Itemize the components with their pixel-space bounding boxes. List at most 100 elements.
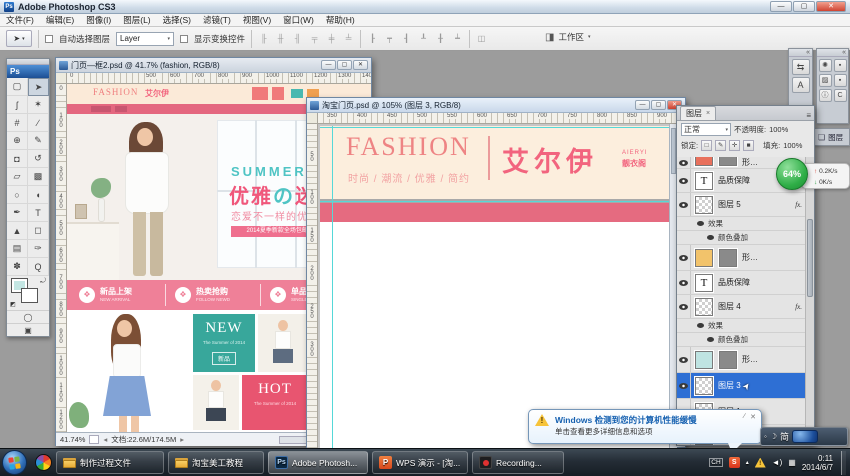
taskbar-photoshop[interactable]: Ps Adobe Photosh...	[268, 451, 368, 474]
menu-window[interactable]: 窗口(W)	[283, 14, 314, 26]
info-panel-icon[interactable]: ⓘ	[819, 89, 832, 102]
align-bottom-icon[interactable]: ╧	[343, 34, 354, 43]
lock-position-icon[interactable]: ✛	[729, 140, 740, 151]
lasso-tool[interactable]: ʃ	[7, 96, 28, 114]
doc2-titlebar[interactable]: 淘宝门页.psd @ 105% (图层 3, RGB/8) — ▢ ✕	[307, 98, 685, 113]
layer-name[interactable]: 形…	[742, 157, 758, 168]
layer-mask-thumbnail[interactable]	[719, 249, 737, 267]
taskbar-folder-2[interactable]: 淘宝美工教程	[168, 451, 264, 474]
menu-edit[interactable]: 编辑(E)	[46, 14, 74, 26]
ime-moon-icon[interactable]: ☽	[770, 432, 777, 441]
doc1-zoom-level[interactable]: 41.74%	[60, 435, 85, 444]
workspace-control[interactable]: ◨ 工作区 ▾	[545, 31, 590, 43]
navigator-panel-icon[interactable]: ▨	[819, 74, 832, 87]
lock-all-icon[interactable]: ■	[743, 140, 754, 151]
dodge-tool[interactable]: ◖	[28, 186, 49, 204]
layer-name[interactable]: 图层 3	[718, 380, 741, 391]
effects-row[interactable]: 效果	[677, 217, 814, 231]
doc1-vertical-ruler[interactable]: 0 100 200 300 400 500 600 700 800 900 10…	[56, 84, 67, 432]
shape-tool[interactable]: ◻	[28, 222, 49, 240]
layer-thumbnail[interactable]	[695, 249, 713, 267]
menu-file[interactable]: 文件(F)	[6, 14, 34, 26]
visibility-toggle[interactable]	[677, 157, 691, 168]
visibility-toggle[interactable]	[677, 373, 691, 398]
doc2-canvas[interactable]: FASHION 时尚 / 潮流 / 优雅 / 简约 艾尔伊 AIERYI 靓衣阁	[320, 126, 675, 448]
distribute-hcenter-icon[interactable]: ┯	[384, 34, 395, 43]
brush-tool[interactable]: ✎	[28, 132, 49, 150]
touch-keyboard-icon[interactable]: ▦	[788, 458, 796, 467]
bridge-icon[interactable]: ◨	[545, 32, 554, 43]
fx-badge[interactable]: fx.	[795, 201, 802, 209]
align-top-icon[interactable]: ╤	[309, 34, 320, 43]
layer-row[interactable]: 图层 4 fx. ▾	[677, 295, 814, 319]
menu-select[interactable]: 选择(S)	[163, 14, 191, 26]
layer-thumbnail[interactable]	[695, 377, 713, 395]
doc2-minimize-button[interactable]: —	[635, 100, 650, 110]
swap-colors-icon[interactable]: ⤾	[40, 278, 46, 286]
tray-warning-icon[interactable]: !	[755, 458, 766, 468]
doc1-close-button[interactable]: ✕	[353, 60, 368, 70]
close-button[interactable]: ✕	[816, 1, 846, 12]
notes-tool[interactable]: ▤	[7, 240, 28, 258]
volume-icon[interactable]: ◄)	[772, 458, 783, 467]
slice-tool[interactable]: ∕	[28, 114, 49, 132]
gradient-tool[interactable]: ▩	[28, 168, 49, 186]
align-center-icon[interactable]: ╫	[275, 34, 286, 43]
magic-wand-tool[interactable]: ✶	[28, 96, 49, 114]
menu-image[interactable]: 图像(I)	[86, 14, 111, 26]
crop-tool[interactable]: #	[7, 114, 28, 132]
fx-badge[interactable]: fx.	[795, 303, 802, 311]
optimizer-ball[interactable]: 64%	[776, 158, 808, 190]
text-layer-thumbnail[interactable]: T	[695, 274, 713, 292]
doc1-minimize-button[interactable]: —	[321, 60, 336, 70]
auto-select-checkbox[interactable]	[45, 35, 53, 43]
doc1-status-arrow[interactable]: ▸	[180, 435, 184, 444]
menu-filter[interactable]: 滤镜(T)	[203, 14, 231, 26]
layer-row-shape[interactable]: 形…	[677, 245, 814, 271]
eye-icon[interactable]	[707, 337, 714, 342]
align-left-icon[interactable]: ╟	[258, 34, 269, 43]
blend-mode-dropdown[interactable]: 正常 ▾	[681, 123, 731, 136]
taskbar-recorder[interactable]: Recording...	[472, 451, 564, 474]
color-overlay-row[interactable]: 颜色叠加	[677, 333, 814, 347]
history-panel-icon[interactable]: ⇆	[792, 59, 810, 75]
layer-row-text[interactable]: T 品质保障	[677, 271, 814, 295]
styles-panel-icon[interactable]: C	[834, 89, 847, 102]
minimize-button[interactable]: —	[770, 1, 792, 12]
taskbar-folder-1[interactable]: 制作过程文件	[56, 451, 164, 474]
effects-row[interactable]: 效果	[677, 319, 814, 333]
path-selection-tool[interactable]: ▲	[7, 222, 28, 240]
doc2-horizontal-ruler[interactable]: 350 400 450 500 550 600 650 700 750 800 …	[318, 113, 685, 124]
eyedropper-tool[interactable]: ✑	[28, 240, 49, 258]
layer-thumbnail[interactable]	[695, 351, 713, 369]
tray-expand-icon[interactable]: ▴	[746, 459, 749, 466]
layer-name[interactable]: 品质保障	[718, 175, 750, 186]
layer-row-selected[interactable]: 图层 3 ➤	[677, 373, 814, 399]
distribute-top-icon[interactable]: ┸	[418, 34, 429, 43]
swatches-panel-icon[interactable]: ▪	[834, 74, 847, 87]
ime-simplified-toggle[interactable]: 简	[780, 430, 789, 443]
collapse-dock-icon[interactable]: «	[789, 49, 812, 57]
eye-icon[interactable]	[697, 221, 704, 226]
lock-transparency-icon[interactable]: □	[701, 140, 712, 151]
layers-scrollbar[interactable]	[805, 157, 814, 445]
tab-close-icon[interactable]: ×	[706, 110, 710, 117]
hand-tool[interactable]: ✽	[7, 258, 28, 276]
start-button[interactable]	[2, 450, 27, 475]
character-panel-icon[interactable]: A	[792, 77, 810, 93]
default-colors-icon[interactable]: ◩	[10, 301, 16, 308]
history-brush-tool[interactable]: ↺	[28, 150, 49, 168]
auto-select-scope-dropdown[interactable]: Layer ▾	[116, 32, 174, 46]
layers-tab[interactable]: 图层 ×	[680, 106, 716, 120]
opacity-value[interactable]: 100%	[769, 125, 788, 134]
ime-ch-indicator[interactable]: CH	[709, 458, 722, 467]
adjustments-panel-icon[interactable]: ✺	[819, 59, 832, 72]
layer-row[interactable]: 图层 5 fx. ▾	[677, 193, 814, 217]
background-color-swatch[interactable]	[22, 289, 37, 302]
doc1-status-arrow[interactable]: ◂	[103, 435, 107, 444]
layer-name[interactable]: 图层 4	[718, 301, 741, 312]
doc1-maximize-button[interactable]: ▢	[337, 60, 352, 70]
color-panel-icon[interactable]: ▪	[834, 59, 847, 72]
maximize-button[interactable]: ▢	[793, 1, 815, 12]
distribute-bottom-icon[interactable]: ┷	[452, 34, 463, 43]
